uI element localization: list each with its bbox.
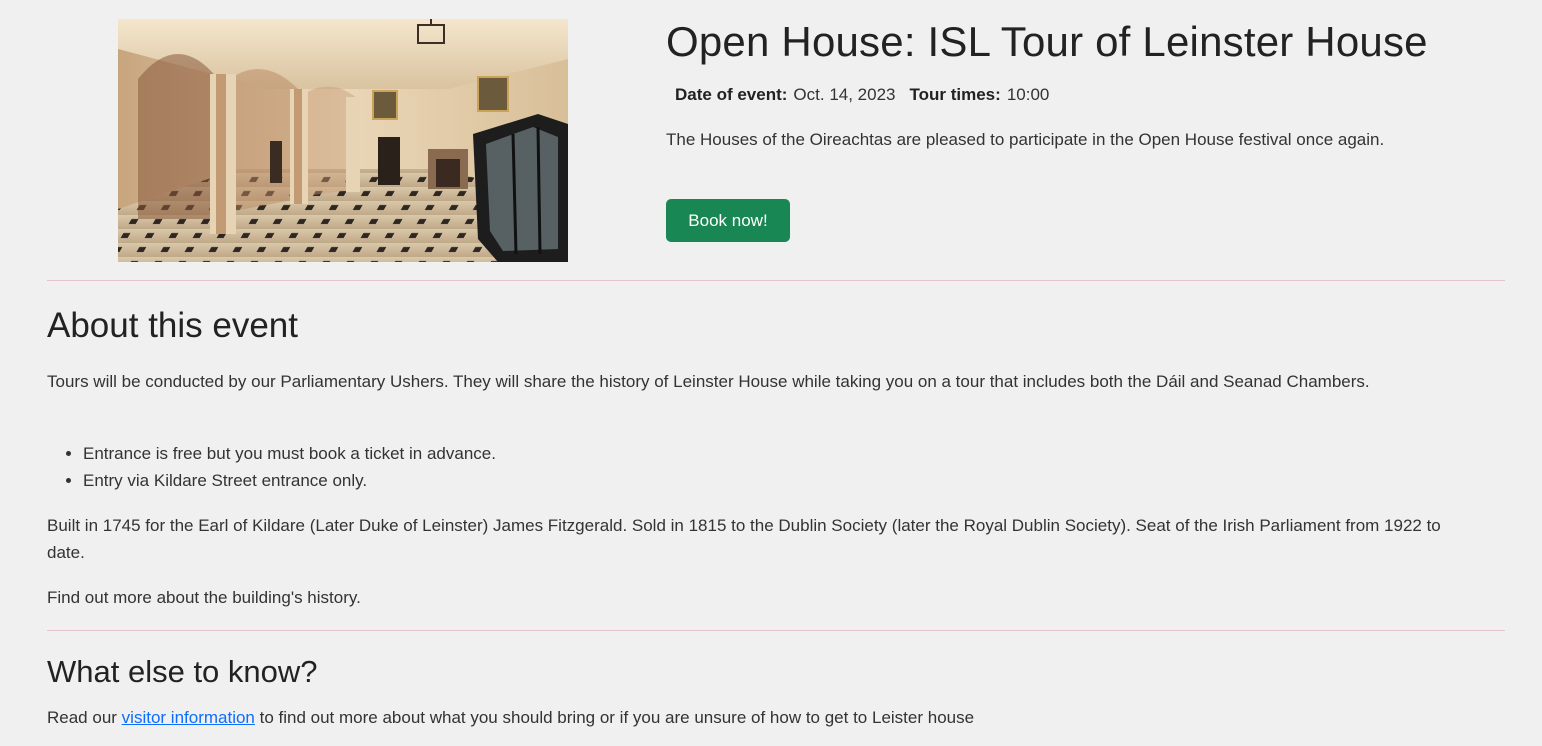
- date-value: Oct. 14, 2023: [793, 85, 896, 104]
- visitor-info-prefix: Read our: [47, 708, 122, 727]
- visitor-information-link[interactable]: visitor information: [122, 708, 255, 727]
- about-paragraph-more: Find out more about the building's histo…: [47, 588, 361, 607]
- list-item: Entrance is free but you must book a tic…: [83, 440, 496, 467]
- book-now-button[interactable]: Book now!: [666, 199, 790, 242]
- event-title: Open House: ISL Tour of Leinster House: [666, 18, 1428, 65]
- visitor-info-paragraph: Read our visitor information to find out…: [47, 704, 1467, 731]
- list-item: Entry via Kildare Street entrance only.: [83, 467, 496, 494]
- event-intro: The Houses of the Oireachtas are pleased…: [666, 130, 1385, 149]
- about-paragraph-tours: Tours will be conducted by our Parliamen…: [47, 372, 1370, 391]
- tour-times-label: Tour times:: [909, 85, 1001, 104]
- about-bullet-list: Entrance is free but you must book a tic…: [47, 440, 496, 494]
- what-else-heading: What else to know?: [47, 654, 318, 689]
- event-hero-image: [118, 19, 568, 262]
- event-page: Open House: ISL Tour of Leinster House D…: [0, 0, 1542, 746]
- visitor-info-suffix: to find out more about what you should b…: [254, 708, 975, 727]
- event-meta: Date of event: Oct. 14, 2023 Tour times: 10…: [675, 84, 1049, 106]
- section-divider: [47, 280, 1505, 281]
- about-heading: About this event: [47, 306, 298, 345]
- about-paragraph-history: Built in 1745 for the Earl of Kildare (L…: [47, 516, 1441, 562]
- date-label: Date of event:: [675, 85, 788, 104]
- tour-times-value: 10:00: [1006, 85, 1050, 104]
- section-divider: [47, 630, 1505, 631]
